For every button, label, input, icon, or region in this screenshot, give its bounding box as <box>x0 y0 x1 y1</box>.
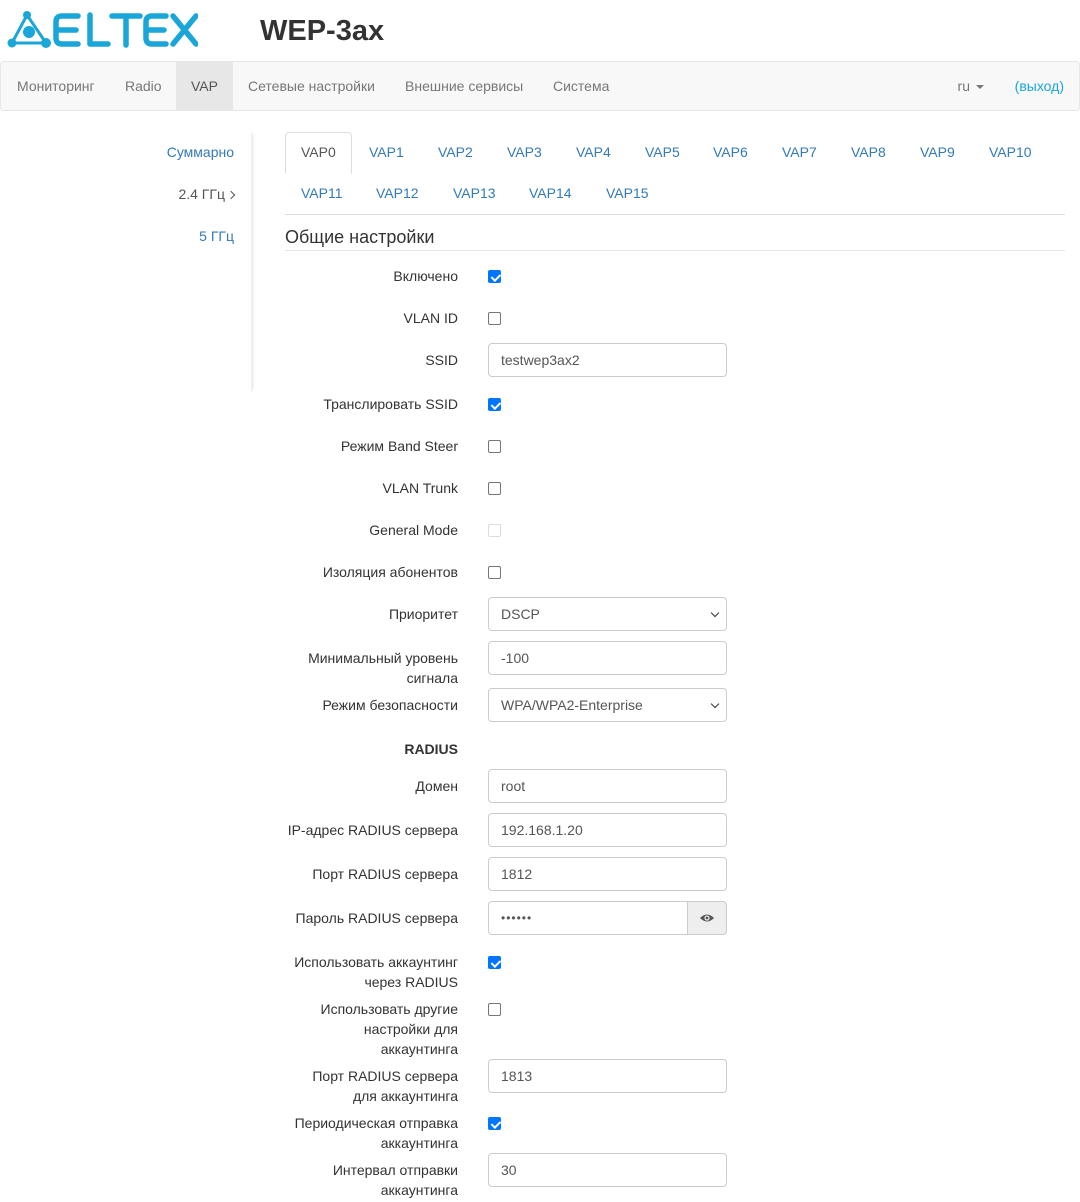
vlan-trunk-checkbox[interactable] <box>488 482 501 495</box>
priority-label: Приоритет <box>388 606 458 622</box>
accounting-label-line1: Использовать аккаунтинг <box>294 954 458 970</box>
tab-vap8[interactable]: VAP8 <box>851 132 886 173</box>
radius-ip-input[interactable]: 192.168.1.20 <box>488 813 727 847</box>
radius-header: RADIUS <box>404 741 458 757</box>
language-label: ru <box>957 78 970 94</box>
periodic-acct-label-line2: аккаунтинга <box>380 1135 458 1151</box>
sidebar-item-label: 2.4 ГГц <box>178 186 225 202</box>
chevron-right-icon <box>226 190 236 200</box>
tab-vap6[interactable]: VAP6 <box>713 132 748 173</box>
priority-select[interactable]: DSCP <box>488 597 727 631</box>
radius-port-label: Порт RADIUS сервера <box>312 866 458 882</box>
ssid-input[interactable]: testwep3ax2 <box>488 343 727 377</box>
radius-port-input[interactable]: 1812 <box>488 857 727 891</box>
min-signal-label: Минимальный уровень сигнала <box>308 648 458 688</box>
accounting-checkbox[interactable] <box>488 956 501 969</box>
accounting-label-line2: через RADIUS <box>364 974 458 990</box>
show-password-button[interactable] <box>687 901 727 935</box>
domain-label: Домен <box>415 778 458 794</box>
min-signal-label-line2: сигнала <box>406 670 458 686</box>
other-accounting-checkbox[interactable] <box>488 1003 501 1016</box>
client-isolation-label: Изоляция абонентов <box>322 564 458 580</box>
tab-vap14[interactable]: VAP14 <box>529 173 572 214</box>
acct-port-label-line1: Порт RADIUS сервера <box>312 1068 458 1084</box>
acct-interval-label: Интервал отправки аккаунтинга <box>333 1160 458 1200</box>
sidebar-item-summary[interactable]: Суммарно <box>167 144 234 160</box>
broadcast-ssid-checkbox[interactable] <box>488 398 501 411</box>
radius-password-label: Пароль RADIUS сервера <box>295 910 458 926</box>
sidebar-item-2-4ghz[interactable]: 2.4 ГГц <box>178 186 236 202</box>
nav-network-settings[interactable]: Сетевые настройки <box>233 62 390 110</box>
other-accounting-label-line3: аккаунтинга <box>380 1041 458 1057</box>
main-navbar: Мониторинг Radio VAP Сетевые настройки В… <box>0 61 1080 111</box>
band-steer-checkbox[interactable] <box>488 440 501 453</box>
periodic-acct-checkbox[interactable] <box>488 1117 501 1130</box>
acct-port-input[interactable]: 1813 <box>488 1059 727 1093</box>
tab-vap12[interactable]: VAP12 <box>376 173 419 214</box>
radius-password-input[interactable]: •••••• <box>488 901 688 935</box>
tab-vap5[interactable]: VAP5 <box>645 132 680 173</box>
enabled-checkbox[interactable] <box>488 270 501 283</box>
eltex-logo <box>6 10 199 50</box>
vlan-trunk-label: VLAN Trunk <box>382 480 458 496</box>
domain-input[interactable]: root <box>488 769 727 803</box>
periodic-acct-label: Периодическая отправка аккаунтинга <box>295 1113 458 1153</box>
acct-port-label-line2: для аккаунтинга <box>352 1088 458 1104</box>
tab-vap10[interactable]: VAP10 <box>989 132 1032 173</box>
other-accounting-label-line2: настройки для <box>363 1021 458 1037</box>
eye-icon <box>700 914 714 922</box>
tab-vap9[interactable]: VAP9 <box>920 132 955 173</box>
nav-system[interactable]: Система <box>538 62 624 110</box>
tab-vap13[interactable]: VAP13 <box>453 173 496 214</box>
sidebar: Суммарно 2.4 ГГц 5 ГГц <box>0 132 252 392</box>
tab-vap0[interactable]: VAP0 <box>285 132 352 174</box>
acct-interval-label-line2: аккаунтинга <box>380 1182 458 1198</box>
nav-external-services[interactable]: Внешние сервисы <box>390 62 538 110</box>
chevron-down-icon <box>710 608 720 618</box>
section-divider <box>285 250 1065 251</box>
security-mode-label: Режим безопасности <box>322 697 458 713</box>
periodic-acct-label-line1: Периодическая отправка <box>294 1115 458 1131</box>
security-mode-value: WPA/WPA2-Enterprise <box>501 697 643 713</box>
radius-ip-label: IP-адрес RADIUS сервера <box>287 822 458 838</box>
general-mode-label: General Mode <box>369 522 458 538</box>
tab-vap15[interactable]: VAP15 <box>606 173 649 214</box>
ssid-label: SSID <box>425 352 458 368</box>
tab-vap4[interactable]: VAP4 <box>576 132 611 173</box>
client-isolation-checkbox[interactable] <box>488 566 501 579</box>
band-steer-label: Режим Band Steer <box>340 438 458 454</box>
other-accounting-label: Использовать другие настройки для аккаун… <box>321 999 459 1059</box>
acct-interval-label-line1: Интервал отправки <box>332 1162 458 1178</box>
caret-down-icon <box>976 85 984 90</box>
vlan-id-checkbox[interactable] <box>488 312 501 325</box>
min-signal-label-line1: Минимальный уровень <box>308 650 458 666</box>
other-accounting-label-line1: Использовать другие <box>320 1001 459 1017</box>
vap-tabs: VAP0 VAP1 VAP2 VAP3 VAP4 VAP5 VAP6 VAP7 … <box>285 132 1065 215</box>
nav-radio[interactable]: Radio <box>110 62 177 110</box>
chevron-down-icon <box>710 699 720 709</box>
nav-vap[interactable]: VAP <box>176 62 233 110</box>
min-signal-input[interactable]: -100 <box>488 641 727 675</box>
tab-vap2[interactable]: VAP2 <box>438 132 473 173</box>
acct-interval-input[interactable]: 30 <box>488 1153 727 1187</box>
security-mode-select[interactable]: WPA/WPA2-Enterprise <box>488 688 727 722</box>
logout-link[interactable]: (выход) <box>1015 62 1064 110</box>
tab-vap3[interactable]: VAP3 <box>507 132 542 173</box>
sidebar-item-5ghz[interactable]: 5 ГГц <box>199 228 234 244</box>
device-title: WEP-3ax <box>260 15 385 47</box>
nav-monitoring[interactable]: Мониторинг <box>2 62 110 110</box>
language-dropdown[interactable]: ru <box>943 62 999 110</box>
enabled-label: Включено <box>393 268 458 284</box>
tab-vap7[interactable]: VAP7 <box>782 132 817 173</box>
priority-value: DSCP <box>501 606 540 622</box>
vlan-id-label: VLAN ID <box>403 310 458 326</box>
general-mode-checkbox <box>488 524 501 537</box>
tab-vap11[interactable]: VAP11 <box>301 173 343 214</box>
accounting-label: Использовать аккаунтинг через RADIUS <box>294 952 458 992</box>
acct-port-label: Порт RADIUS сервера для аккаунтинга <box>312 1066 458 1106</box>
tab-vap1[interactable]: VAP1 <box>369 132 404 173</box>
section-title: Общие настройки <box>285 227 435 247</box>
broadcast-ssid-label: Транслировать SSID <box>323 396 458 412</box>
